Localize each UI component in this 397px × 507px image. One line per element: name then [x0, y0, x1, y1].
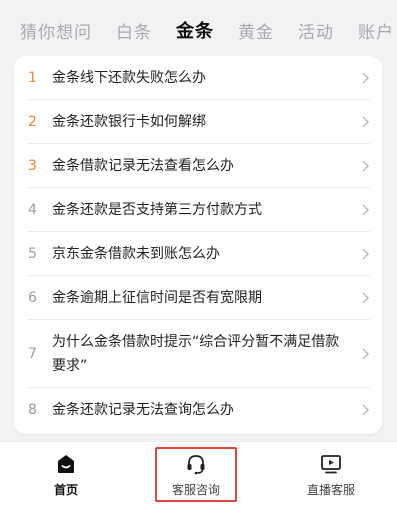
page: 猜你想问 白条 金条 黄金 活动 账户 1 金条线下还款失败怎么办 2 金条还款…: [0, 0, 397, 507]
item-number: 3: [28, 157, 37, 174]
item-question: 金条线下还款失败怎么办: [52, 69, 206, 86]
faq-item-2[interactable]: 2 金条还款银行卡如何解绑: [28, 100, 370, 144]
nav-live[interactable]: 直播客服: [296, 442, 366, 507]
nav-live-label: 直播客服: [306, 483, 355, 497]
item-question: 为什么金条借款时提示“综合评分暂不满足借款要求”: [52, 333, 340, 374]
item-number: 4: [28, 201, 37, 218]
item-number: 1: [28, 69, 37, 86]
chevron-right-icon: [362, 292, 369, 303]
chevron-right-icon: [362, 404, 369, 416]
nav-home-label: 首页: [53, 483, 78, 497]
item-number: 6: [28, 289, 37, 306]
item-number: 2: [28, 113, 37, 130]
tab-gold[interactable]: 黄金: [238, 18, 274, 43]
faq-item-1[interactable]: 1 金条线下还款失败怎么办: [28, 56, 370, 100]
faq-list: 1 金条线下还款失败怎么办 2 金条还款银行卡如何解绑 3 金条借款记录无法查看…: [14, 56, 382, 432]
faq-item-4[interactable]: 4 金条还款是否支持第三方付款方式: [28, 188, 370, 232]
item-question: 京东金条借款未到账怎么办: [52, 245, 220, 262]
chevron-right-icon: [362, 204, 369, 215]
faq-item-7[interactable]: 7 为什么金条借款时提示“综合评分暂不满足借款要求”: [28, 320, 370, 388]
item-number: 7: [28, 345, 37, 362]
chevron-right-icon: [362, 348, 369, 359]
nav-home[interactable]: 首页: [40, 442, 92, 507]
tab-baitiao[interactable]: 白条: [116, 18, 152, 43]
category-tabs: 猜你想问 白条 金条 黄金 活动 账户: [0, 0, 397, 60]
faq-item-5[interactable]: 5 京东金条借款未到账怎么办: [28, 232, 370, 276]
bottom-nav: 首页 客服咨询 直播客服: [0, 441, 397, 507]
item-question: 金条还款记录无法查询怎么办: [52, 402, 234, 418]
item-question: 金条还款是否支持第三方付款方式: [52, 201, 262, 218]
chevron-right-icon: [362, 116, 369, 127]
nav-service[interactable]: 客服咨询: [154, 442, 238, 507]
chevron-right-icon: [362, 248, 369, 259]
tab-guess[interactable]: 猜你想问: [20, 18, 92, 43]
item-number: 5: [28, 245, 37, 262]
faq-item-8[interactable]: 8 金条还款记录无法查询怎么办: [28, 388, 370, 432]
faq-item-6[interactable]: 6 金条逾期上征信时间是否有宽限期: [28, 276, 370, 320]
tab-account[interactable]: 账户: [358, 18, 394, 43]
chevron-right-icon: [362, 160, 369, 171]
faq-item-3[interactable]: 3 金条借款记录无法查看怎么办: [28, 144, 370, 188]
tab-jintiao[interactable]: 金条: [176, 17, 214, 43]
home-icon: [58, 455, 74, 473]
headset-icon: [187, 455, 205, 475]
item-question: 金条借款记录无法查看怎么办: [52, 157, 234, 174]
item-number: 8: [28, 402, 37, 418]
nav-service-label: 客服咨询: [171, 483, 220, 497]
live-tv-icon: [321, 455, 341, 474]
item-question: 金条还款银行卡如何解绑: [52, 113, 206, 130]
item-question: 金条逾期上征信时间是否有宽限期: [52, 289, 262, 306]
chevron-right-icon: [362, 72, 369, 83]
faq-card: 1 金条线下还款失败怎么办 2 金条还款银行卡如何解绑 3 金条借款记录无法查看…: [14, 56, 382, 434]
tab-activity[interactable]: 活动: [298, 18, 334, 43]
